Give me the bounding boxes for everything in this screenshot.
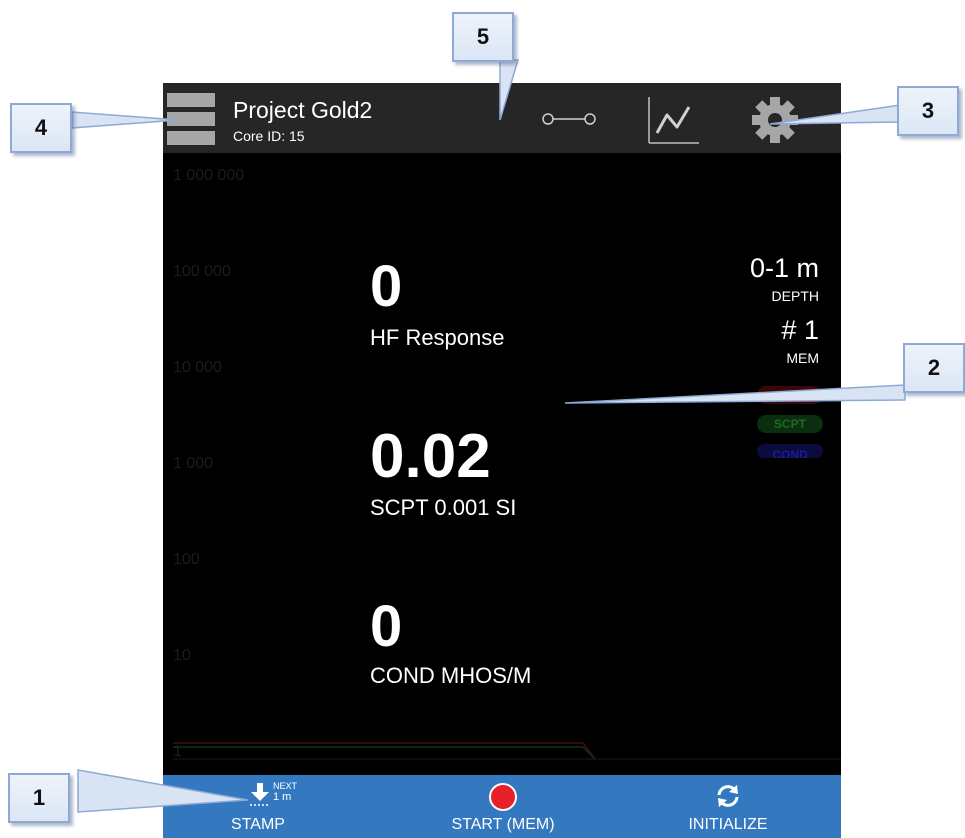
callout-2: 2: [903, 343, 965, 393]
cond-toggle[interactable]: COND: [757, 444, 823, 458]
menu-icon[interactable]: [167, 93, 215, 145]
stamp-next-label: NEXT: [273, 781, 298, 791]
plot-area: 1 000 000 100 000 10 000 1 000 100 10 1 …: [163, 153, 841, 775]
start-mem-button[interactable]: START (MEM): [433, 775, 573, 838]
top-bar: Project Gold2 Core ID: 15: [163, 83, 841, 153]
mem-value: # 1: [781, 315, 819, 345]
record-icon: [489, 783, 517, 811]
cond-label: COND MHOS/M: [370, 663, 532, 688]
depth-value: 0-1 m: [749, 253, 819, 283]
project-title: Project Gold2: [233, 97, 373, 123]
depth-label: DEPTH: [771, 288, 819, 304]
app-screen: Project Gold2 Core ID: 15 1 000 000 100 …: [163, 83, 841, 838]
cond-value: 0: [370, 594, 403, 659]
stamp-button[interactable]: NEXT 1 m STAMP: [203, 775, 313, 838]
hf-response-label: HF Response: [370, 325, 505, 350]
bottom-bar: NEXT 1 m STAMP START (MEM) INITIALIZE: [163, 775, 841, 838]
callout-5: 5: [452, 12, 514, 62]
stamp-next-value: 1 m: [273, 791, 292, 803]
scpt-label: SCPT 0.001 SI: [370, 495, 517, 520]
hfr-toggle[interactable]: HFR: [757, 386, 823, 404]
scpt-toggle[interactable]: SCPT: [757, 415, 823, 433]
download-icon: [250, 783, 270, 806]
callout-3: 3: [897, 86, 959, 136]
connection-icon[interactable]: [541, 111, 597, 127]
core-id: Core ID: 15: [233, 128, 305, 144]
initialize-button[interactable]: INITIALIZE: [673, 775, 783, 838]
graph-icon[interactable]: [647, 95, 699, 145]
initialize-label: INITIALIZE: [688, 816, 768, 833]
stamp-label: STAMP: [231, 816, 285, 833]
gear-icon[interactable]: [749, 95, 801, 145]
scpt-value: 0.02: [370, 422, 491, 491]
hf-response-value: 0: [370, 254, 403, 319]
start-mem-label: START (MEM): [451, 816, 555, 833]
callout-1: 1: [8, 773, 70, 823]
callout-4: 4: [10, 103, 72, 153]
mem-label: MEM: [786, 350, 819, 366]
refresh-icon: [717, 785, 739, 807]
